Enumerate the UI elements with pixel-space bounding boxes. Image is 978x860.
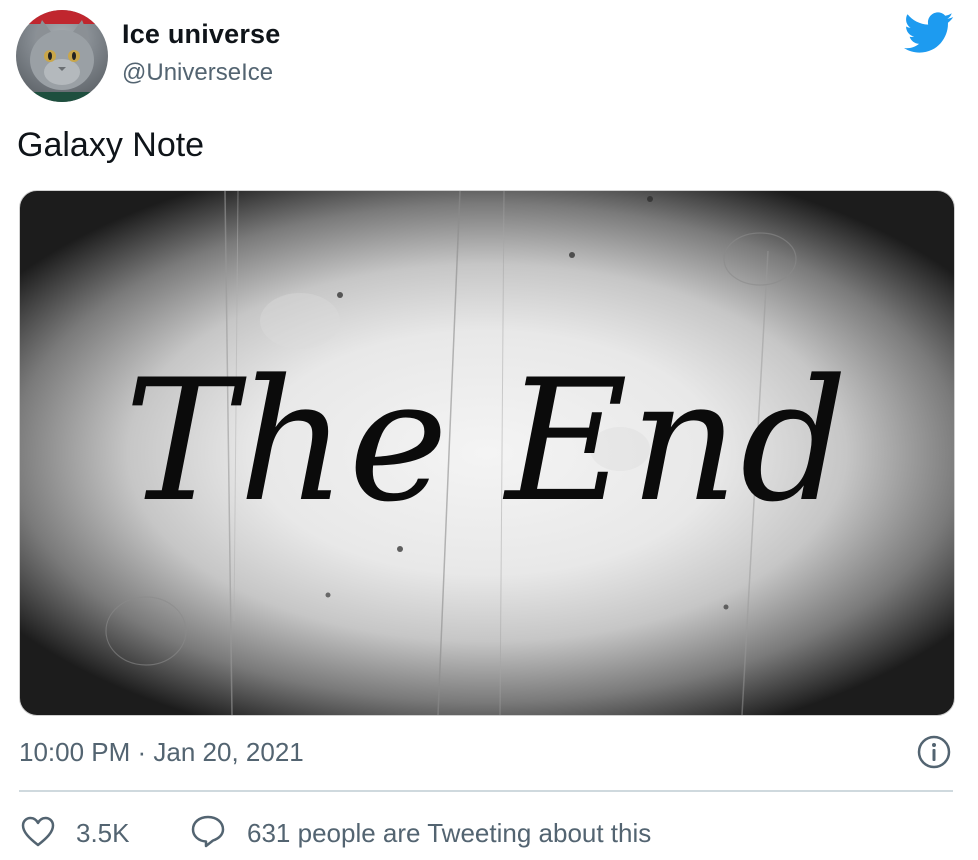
tweet-text: Galaxy Note [17, 126, 205, 164]
tweet-timestamp[interactable]: 10:00 PM · Jan 20, 2021 [19, 737, 304, 768]
tweet-media-image[interactable]: The End [19, 190, 955, 716]
author-handle[interactable]: @UniverseIce [122, 59, 273, 87]
speech-bubble-icon[interactable] [190, 814, 226, 848]
tweeting-about-link[interactable]: 631 people are Tweeting about this [247, 818, 651, 849]
author-avatar[interactable] [16, 10, 108, 102]
like-count[interactable]: 3.5K [76, 818, 130, 849]
heart-icon[interactable] [21, 816, 55, 848]
author-display-name[interactable]: Ice universe [122, 19, 281, 50]
info-icon[interactable] [916, 734, 952, 770]
divider [19, 790, 953, 792]
twitter-bird-icon[interactable] [904, 12, 954, 54]
media-caption-text: The End [124, 343, 850, 539]
cat-avatar-icon [16, 10, 108, 102]
